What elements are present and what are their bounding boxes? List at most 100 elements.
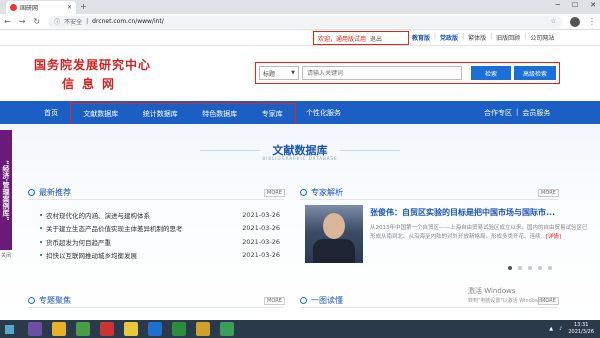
- topic-more-button[interactable]: MORE: [264, 297, 285, 305]
- url-field[interactable]: ⓘ 不安全 | drcnet.com.cn/www/int/ ☆: [48, 15, 562, 28]
- edu-edition-link[interactable]: 教育版: [412, 33, 430, 42]
- windows-taskbar: ▲ ♪ 13:31 2021/3/26: [0, 320, 600, 338]
- detail-link[interactable]: [详情]: [546, 234, 561, 240]
- nav-featured-db[interactable]: 特色数据库: [202, 109, 237, 119]
- wechat-icon[interactable]: [172, 322, 186, 336]
- nav-personal-service[interactable]: 个性化服务: [306, 108, 341, 118]
- carousel-dots: [508, 266, 552, 270]
- database-nav-group: 文献数据库 统计数据库 特色数据库 专家库: [70, 103, 296, 125]
- search-category-value: 标题: [263, 70, 276, 78]
- edition-links: 教育版 | 党政版 | 繁体版 | 旧版回顾 | 公司网站: [412, 33, 555, 42]
- word-icon[interactable]: [148, 322, 162, 336]
- bullet-icon: [40, 240, 42, 243]
- traditional-link[interactable]: 繁体版: [468, 33, 486, 42]
- site-logo-line2[interactable]: 信息网: [62, 75, 122, 92]
- latest-heading-text: 最新推荐: [39, 187, 71, 197]
- news-title[interactable]: 货币超发为何目趋严重: [46, 237, 111, 247]
- carousel-dot[interactable]: [508, 266, 512, 270]
- security-label: 不安全: [64, 19, 83, 26]
- browser-tab[interactable]: 国研网 ✕: [6, 1, 76, 14]
- app-icon[interactable]: [196, 322, 210, 336]
- address-bar: ← → ↻ ⓘ 不安全 | drcnet.com.cn/www/int/ ☆ ⋮: [0, 14, 600, 30]
- search-button[interactable]: 检索: [471, 66, 511, 80]
- volume-icon[interactable]: ♪: [559, 326, 562, 332]
- nav-home[interactable]: 首页: [44, 108, 58, 118]
- expert-article-title[interactable]: 张俊伟：自贸区实验的目标是把中国市场与国际市...: [370, 207, 590, 218]
- news-date: 2021-03-26: [242, 251, 280, 260]
- list-item[interactable]: 农村现代化的内涵、演进与建构体系 2021-03-26: [40, 208, 280, 222]
- topic-heading-text: 专题聚焦: [39, 295, 71, 305]
- banner-close-link[interactable]: 关闭: [0, 252, 12, 259]
- divider: [28, 199, 284, 200]
- list-item[interactable]: 扣快以互联网推动城乡均衡发展 2021-03-26: [40, 249, 280, 263]
- latest-more-button[interactable]: MORE: [264, 189, 285, 197]
- news-title[interactable]: 农村现代化的内涵、演进与建构体系: [46, 210, 150, 220]
- minimize-icon[interactable]: ─: [556, 1, 560, 9]
- bullet-icon: [40, 227, 42, 230]
- chrome-icon[interactable]: [76, 322, 90, 336]
- clock[interactable]: 13:31 2021/3/26: [568, 322, 594, 336]
- bookmark-star-icon[interactable]: ☆: [551, 18, 556, 25]
- nav-cooperation[interactable]: 合作专区: [484, 108, 512, 118]
- latest-list: 农村现代化的内涵、演进与建构体系 2021-03-26 关于建立生态产品价值实现…: [40, 208, 280, 262]
- nav-member[interactable]: 会员服务: [522, 108, 550, 118]
- welcome-text: 欢迎，通用版试用: [318, 35, 367, 43]
- search-category-select[interactable]: 标题 ▼: [259, 66, 299, 80]
- browser-menu-icon[interactable]: ⋮: [588, 17, 596, 26]
- reload-icon[interactable]: ↻: [33, 17, 40, 26]
- circle-icon: [28, 296, 35, 304]
- carousel-dot[interactable]: [528, 266, 532, 270]
- site-header: 国务院发展研究中心 信息网 标题 ▼ 检索 高级检索: [0, 46, 600, 101]
- bullet-icon: [40, 213, 42, 216]
- new-tab-icon[interactable]: +: [80, 2, 87, 11]
- app-icon[interactable]: [220, 322, 234, 336]
- expert-photo[interactable]: [305, 205, 363, 263]
- news-date: 2021-03-26: [242, 224, 280, 233]
- app-icon[interactable]: [28, 322, 42, 336]
- party-edition-link[interactable]: 党政版: [440, 33, 458, 42]
- infographic-heading: 一图读懂: [300, 294, 343, 306]
- maximize-icon[interactable]: ☐: [572, 1, 578, 9]
- back-icon[interactable]: ←: [4, 17, 11, 26]
- search-box: 标题 ▼ 检索 高级检索: [255, 62, 560, 84]
- tab-title: 国研网: [20, 5, 39, 12]
- welcome-box: 欢迎，通用版试用 退出: [313, 31, 409, 45]
- network-icon[interactable]: ▲: [549, 326, 553, 332]
- circle-icon: [28, 188, 35, 196]
- expert-more-button[interactable]: MORE: [538, 189, 559, 197]
- old-version-link[interactable]: 旧版回顾: [496, 33, 520, 42]
- list-item[interactable]: 关于建立生态产品价值实现主体差异机制的思考 2021-03-26: [40, 222, 280, 236]
- carousel-dot[interactable]: [538, 266, 542, 270]
- advanced-search-button[interactable]: 高级检索: [514, 66, 556, 80]
- start-button[interactable]: [0, 320, 18, 338]
- expert-heading: 专家解析: [300, 186, 343, 198]
- url-text: drcnet.com.cn/www/int/: [92, 18, 164, 25]
- list-item[interactable]: 货币超发为何目趋严重 2021-03-26: [40, 235, 280, 249]
- profile-avatar-icon[interactable]: [570, 16, 580, 27]
- nav-literature-db[interactable]: 文献数据库: [83, 109, 118, 119]
- forward-icon[interactable]: →: [19, 17, 26, 26]
- case-library-banner[interactable]: “经济·管理案例库”: [0, 130, 12, 250]
- carousel-dot[interactable]: [548, 266, 552, 270]
- close-tab-icon[interactable]: ✕: [67, 4, 72, 11]
- site-logo-line1[interactable]: 国务院发展研究中心: [34, 56, 151, 73]
- notes-icon[interactable]: [124, 322, 138, 336]
- app-icon[interactable]: [100, 322, 114, 336]
- circle-icon: [300, 188, 307, 196]
- close-window-icon[interactable]: ✕: [590, 1, 596, 9]
- nav-statistics-db[interactable]: 统计数据库: [143, 109, 178, 119]
- news-title[interactable]: 关于建立生态产品价值实现主体差异机制的思考: [46, 223, 183, 233]
- section-subtitle: BIBLIOGRAPHIC DATABASE: [262, 156, 338, 161]
- logout-link[interactable]: 退出: [370, 34, 382, 43]
- folder-icon[interactable]: [52, 322, 66, 336]
- expert-article-desc: 从2013年中国第一个自贸区——上海自由贸易试验区成立以来，国内的自由贸易试验区…: [370, 225, 588, 240]
- search-input[interactable]: [302, 66, 462, 80]
- expert-heading-text: 专家解析: [311, 187, 343, 197]
- news-title[interactable]: 扣快以互联网推动城乡均衡发展: [46, 250, 137, 260]
- nav-expert-db[interactable]: 专家库: [262, 109, 283, 119]
- company-site-link[interactable]: 公司网站: [530, 33, 554, 42]
- topic-heading: 专题聚焦: [28, 294, 71, 306]
- news-date: 2021-03-26: [242, 210, 280, 219]
- main-nav: 首页 文献数据库 统计数据库 特色数据库 专家库 个性化服务 合作专区 | 会员…: [0, 101, 600, 125]
- carousel-dot[interactable]: [518, 266, 522, 270]
